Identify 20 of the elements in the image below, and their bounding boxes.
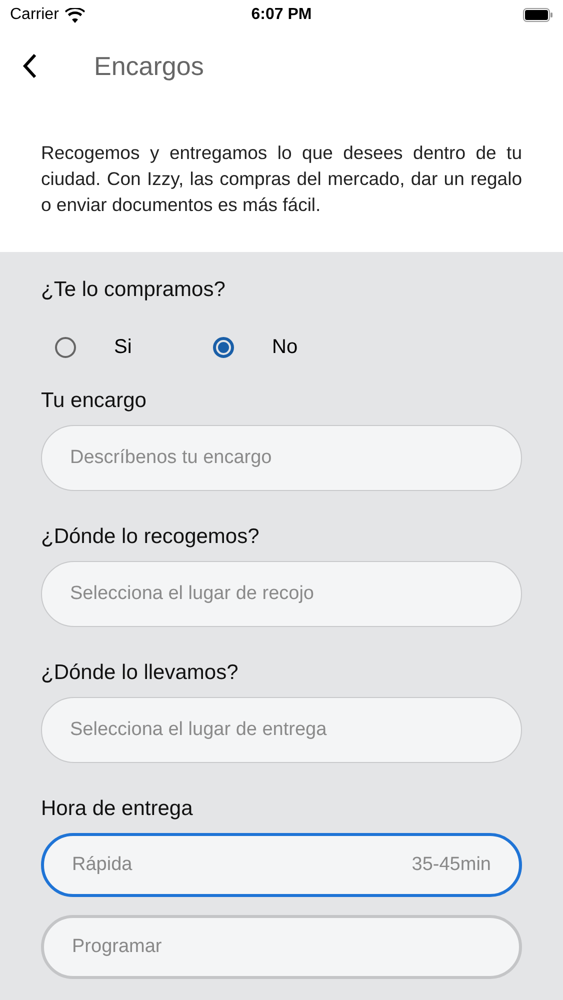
input-field[interactable]: Descríbenos tu encargo <box>41 425 522 491</box>
field-label: Tu encargo <box>41 389 148 413</box>
radio-button[interactable] <box>55 337 76 358</box>
input-field[interactable]: Selecciona el lugar de entrega <box>41 697 522 763</box>
input-field[interactable]: Selecciona el lugar de recojo <box>41 561 522 627</box>
radio-label: Si <box>114 336 132 359</box>
status-time: 6:07 PM <box>251 6 312 24</box>
field-label: ¿Dónde lo llevamos? <box>41 661 240 685</box>
delivery-option[interactable]: Rápida 35-45min <box>41 833 522 897</box>
wifi-icon <box>64 8 85 22</box>
radio-button[interactable] <box>213 337 234 358</box>
page-title: Encargos <box>94 50 204 82</box>
battery-icon <box>523 8 553 22</box>
intro-text: Recogemos y entregamos lo que desees dentro de tu ciudad. Con Izzy, las compras del mercado, dar un regalo o enviar documentos es más fácil. <box>41 141 522 217</box>
radio-label: No <box>272 336 298 359</box>
field-label: Hora de entrega <box>41 797 194 821</box>
carrier-name: Carrier <box>10 6 59 24</box>
question-label: ¿Te lo compramos? <box>41 278 226 302</box>
field-label: ¿Dónde lo recogemos? <box>41 525 260 549</box>
delivery-option[interactable]: Programar <box>41 915 522 979</box>
